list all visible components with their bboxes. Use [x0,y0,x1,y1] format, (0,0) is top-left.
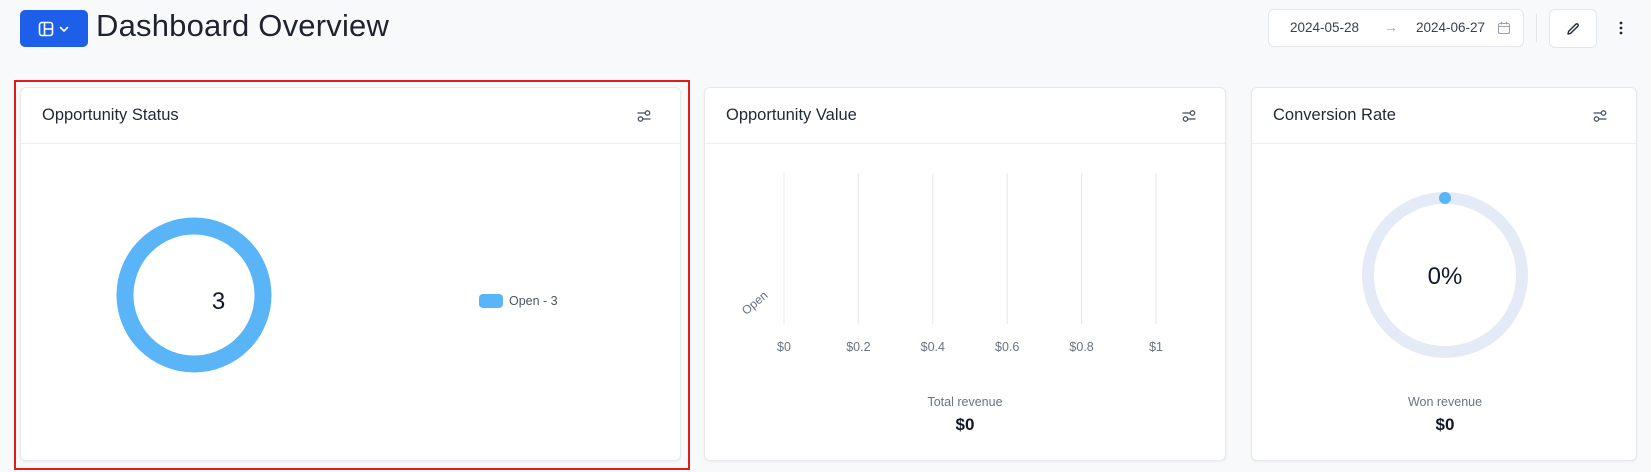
card-header: Conversion Rate [1252,88,1636,144]
summary-label: Total revenue [927,395,1003,409]
legend-label-open: Open - 3 [509,294,558,308]
edit-dashboard-button[interactable] [1549,9,1597,48]
x-tick-label: $0.6 [995,340,1020,354]
filter-settings-icon[interactable] [1592,108,1608,124]
legend-swatch-open [479,294,503,308]
gauge-indicator [1439,192,1451,204]
card-header: Opportunity Status [21,88,680,144]
date-range-picker[interactable]: 2024-05-28 → 2024-06-27 [1268,9,1524,47]
x-tick-label: $1 [1149,340,1163,354]
x-tick-label: $0.4 [920,340,945,354]
x-tick-label: $0 [777,340,791,354]
filter-settings-icon[interactable] [1181,108,1197,124]
filter-settings-icon[interactable] [636,108,652,124]
summary-value: $0 [1435,415,1455,434]
card-header: Opportunity Value [705,88,1225,144]
date-start[interactable]: 2024-05-28 [1290,20,1359,35]
summary-label: Won revenue [1407,395,1483,409]
opportunity-status-card: Opportunity Status 3 Open - 3 [20,87,681,461]
chart-legend[interactable]: Open - 3 [479,294,558,308]
dashboard-header: Dashboard Overview 2024-05-28 → 2024-06-… [0,0,1651,58]
pencil-icon [1567,22,1579,35]
x-tick-label: $0.2 [846,340,871,354]
conversion-rate-card: Conversion Rate 0% Won revenue $0 [1251,87,1637,461]
arrow-right-icon: → [1384,19,1398,35]
header-divider [1536,14,1537,42]
page-title: Dashboard Overview [96,8,390,43]
donut-center-value: 3 [211,288,226,315]
more-options-button[interactable] [1610,14,1632,42]
layout-icon [38,21,54,36]
x-tick-label: $0.8 [1069,340,1094,354]
gauge-center-value: 0% [1427,263,1463,290]
kebab-icon [1619,21,1623,35]
card-title: Conversion Rate [1273,106,1396,124]
layout-switcher-button[interactable] [20,10,88,47]
opportunity-value-bar-chart: $0 $0.2 $0.4 $0.6 $0.8 $1 Open [705,144,1225,384]
opportunity-value-card: Opportunity Value $0 $0.2 $0.4 $0.6 $0.8 $1 Op… [704,87,1226,461]
card-title: Opportunity Value [726,106,857,124]
calendar-icon [1497,22,1511,35]
date-end[interactable]: 2024-06-27 [1416,20,1485,35]
summary-value: $0 [955,415,975,434]
chevron-down-icon [59,26,69,32]
card-title: Opportunity Status [42,106,179,124]
